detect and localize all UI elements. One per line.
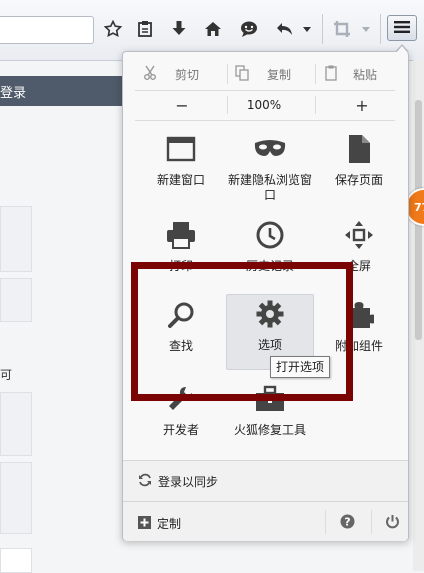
edit-separator [315, 64, 316, 84]
toolbar-separator [322, 14, 323, 44]
copy-icon [235, 64, 249, 84]
url-bar[interactable] [0, 16, 94, 44]
help-button[interactable]: ? [340, 514, 355, 532]
page-panel [0, 548, 32, 573]
dropdown-icon[interactable] [359, 17, 373, 41]
star-icon[interactable] [102, 17, 124, 41]
copy-button[interactable]: 复制 [235, 60, 291, 88]
zoom-level[interactable]: 100% [219, 92, 309, 118]
developer-label: 开发者 [162, 423, 199, 437]
customize-footer: 定制 ? [123, 501, 408, 541]
repair-tool-label: 火狐修复工具 [233, 423, 306, 437]
private-window-button[interactable]: 新建隐私浏览窗口 [226, 130, 314, 208]
edit-controls: 剪切 复制 粘贴 [127, 60, 405, 88]
sync-label: 登录以同步 [158, 475, 219, 489]
page-side-text: 可 [0, 368, 13, 382]
paste-button[interactable]: 粘贴 [325, 60, 377, 88]
power-icon [385, 514, 400, 532]
crop-icon[interactable] [331, 17, 353, 41]
sync-button[interactable]: 登录以同步 [138, 473, 218, 490]
sync-icon [138, 473, 152, 490]
page-panel [0, 206, 32, 272]
edit-separator [227, 64, 228, 84]
fullscreen-icon [344, 220, 374, 253]
zoom-out-button[interactable]: − [157, 92, 207, 118]
cut-label: 剪切 [175, 67, 200, 82]
quit-button[interactable] [385, 514, 400, 532]
svg-text:?: ? [344, 516, 350, 529]
footer-separator [371, 510, 372, 534]
zoom-controls: − 100% + [127, 92, 405, 118]
save-page-label: 保存页面 [334, 173, 383, 187]
panel-separator [135, 90, 395, 91]
scissors-icon [143, 65, 157, 84]
help-icon: ? [340, 514, 355, 532]
sync-footer: 登录以同步 [123, 460, 408, 501]
history-clock-icon [255, 220, 285, 253]
chat-icon[interactable] [238, 17, 260, 41]
new-window-icon [166, 135, 196, 166]
home-icon[interactable] [202, 17, 224, 41]
panel-arrow-fill [396, 46, 408, 53]
undo-icon[interactable] [274, 17, 296, 41]
dropdown-icon[interactable] [300, 17, 314, 41]
page-panel [0, 278, 32, 322]
download-icon[interactable] [168, 17, 190, 41]
copy-label: 复制 [267, 67, 292, 82]
hamburger-menu-icon [393, 20, 411, 37]
zoom-in-button[interactable]: + [337, 92, 387, 118]
paste-label: 粘贴 [353, 67, 378, 82]
hamburger-menu-button[interactable] [387, 15, 417, 41]
printer-icon [165, 220, 197, 253]
zoom-separator [315, 96, 316, 114]
panel-separator [135, 120, 395, 121]
reading-list-icon[interactable] [134, 17, 156, 41]
annotation-highlight-box [131, 262, 353, 401]
customize-button[interactable]: 定制 [138, 515, 181, 532]
new-window-label: 新建窗口 [156, 173, 205, 187]
paste-icon [325, 65, 337, 84]
plus-square-icon [138, 515, 151, 532]
cut-button[interactable]: 剪切 [143, 60, 199, 88]
save-page-button[interactable]: 保存页面 [315, 130, 403, 208]
page-header-bar: 登录 [0, 76, 125, 106]
save-page-icon [347, 134, 371, 167]
page-panel [0, 392, 32, 456]
page-panel [0, 462, 32, 534]
private-mask-icon [254, 139, 286, 162]
toolbar-separator [380, 14, 381, 44]
customize-label: 定制 [157, 517, 182, 531]
footer-separator [325, 510, 326, 534]
private-window-label: 新建隐私浏览窗口 [228, 173, 313, 202]
new-window-button[interactable]: 新建窗口 [137, 130, 225, 208]
login-link[interactable]: 登录 [0, 82, 26, 101]
